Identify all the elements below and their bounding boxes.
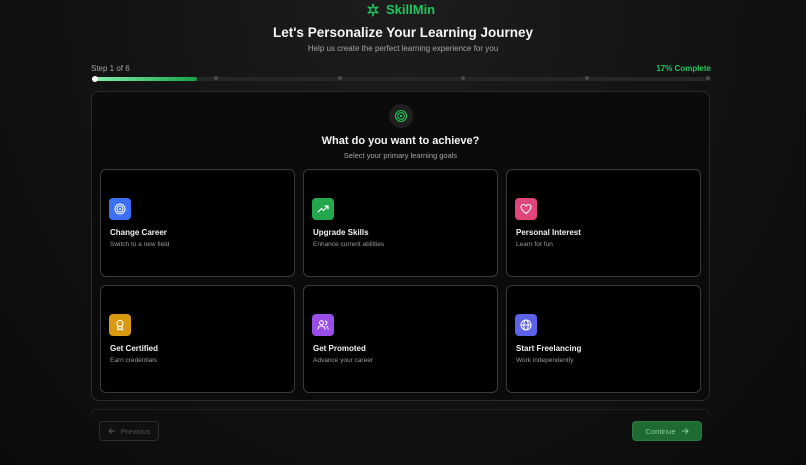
- globe-icon: [515, 314, 537, 336]
- progress-percent: 17% Complete: [656, 64, 711, 73]
- goal-desc: Enhance current abilities: [313, 241, 385, 248]
- goal-card-get-certified[interactable]: Get Certified Earn credentials: [100, 285, 295, 393]
- previous-label: Previous: [120, 426, 151, 436]
- step-indicator: Step 1 of 6: [91, 64, 130, 73]
- target-icon: [109, 198, 131, 220]
- goal-desc: Work independently: [516, 357, 574, 364]
- progress-bar: [92, 76, 711, 82]
- target-icon: [389, 104, 413, 128]
- award-icon: [109, 314, 131, 336]
- progress-step-dot: [213, 76, 218, 80]
- goal-title: Change Career: [110, 228, 167, 237]
- arrow-right-icon: [681, 427, 689, 435]
- goal-title: Upgrade Skills: [313, 228, 369, 237]
- goal-card-start-freelancing[interactable]: Start Freelancing Work independently: [506, 285, 701, 393]
- progress-step-dot: [337, 76, 342, 80]
- goal-desc: Advance your career: [313, 357, 373, 364]
- brand-name: SkillMin: [386, 2, 436, 17]
- goal-card-change-career[interactable]: Change Career Switch to a new field: [100, 169, 295, 277]
- page-subtitle: Help us create the perfect learning expe…: [307, 44, 499, 53]
- progress-step-dot: [461, 76, 466, 80]
- footer-divider: [91, 409, 710, 415]
- question-title: What do you want to achieve?: [321, 135, 480, 147]
- trending-up-icon: [312, 198, 334, 220]
- goal-desc: Earn credentials: [110, 357, 157, 364]
- goal-title: Personal Interest: [516, 228, 581, 237]
- goal-desc: Learn for fun: [516, 241, 553, 248]
- goals-panel: What do you want to achieve? Select your…: [91, 91, 710, 401]
- previous-button[interactable]: Previous: [99, 421, 159, 441]
- arrow-left-icon: [108, 427, 116, 435]
- progress-step-dot: [585, 76, 590, 80]
- progress-fill: [92, 77, 198, 81]
- continue-label: Continue: [645, 426, 676, 436]
- continue-button[interactable]: Continue: [632, 421, 702, 441]
- goal-desc: Switch to a new field: [110, 241, 170, 248]
- goal-title: Start Freelancing: [516, 344, 582, 353]
- goal-card-get-promoted[interactable]: Get Promoted Advance your career: [303, 285, 498, 393]
- question-subtitle: Select your primary learning goals: [343, 151, 458, 160]
- goal-card-personal-interest[interactable]: Personal Interest Learn for fun: [506, 169, 701, 277]
- goal-card-upgrade-skills[interactable]: Upgrade Skills Enhance current abilities: [303, 169, 498, 277]
- goal-title: Get Promoted: [313, 344, 366, 353]
- goal-title: Get Certified: [110, 344, 159, 353]
- users-icon: [312, 314, 334, 336]
- brand-logo: SkillMin: [366, 2, 435, 17]
- sparkle-icon: [366, 2, 380, 17]
- heart-icon: [515, 198, 537, 220]
- progress-step-dot: [706, 76, 710, 80]
- page-title: Let's Personalize Your Learning Journey: [272, 25, 534, 40]
- progress-step-dot: [92, 76, 98, 82]
